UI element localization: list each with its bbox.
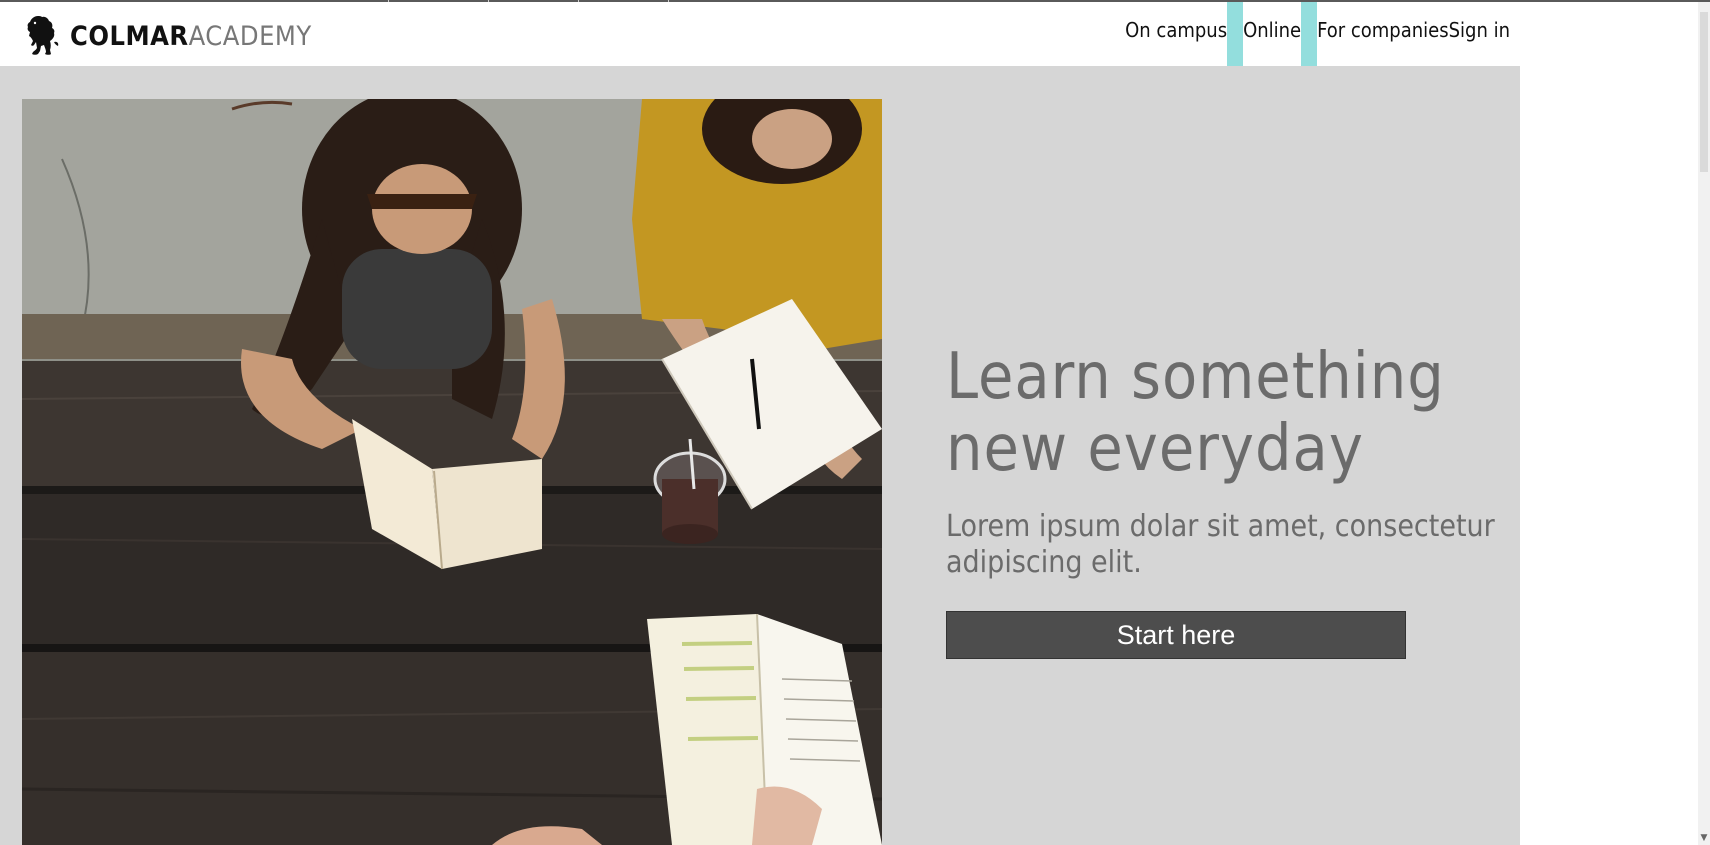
hero-headline-line-2: new everyday: [946, 412, 1364, 486]
hero-photo: [22, 99, 882, 845]
nav-item-sign-in[interactable]: Sign in: [1449, 2, 1520, 66]
hero-text-block: Learn something new everyday Lorem ipsum…: [946, 341, 1520, 659]
hero-headline-line-1: Learn something: [946, 340, 1445, 414]
nav-item-online[interactable]: Online: [1243, 2, 1301, 66]
lion-icon: [27, 16, 59, 55]
site-header: COLMARACADEMY On campus Online For compa…: [0, 2, 1520, 66]
nav-item-on-campus[interactable]: On campus: [1125, 2, 1227, 66]
hero-headline: Learn something new everyday: [946, 341, 1520, 485]
scrollbar-thumb[interactable]: [1700, 12, 1708, 172]
site-logo[interactable]: COLMARACADEMY: [24, 12, 312, 58]
nav-item-for-companies[interactable]: For companies: [1317, 2, 1448, 66]
logo-text-light: ACADEMY: [188, 21, 312, 52]
main-nav: On campus Online For companies Sign in: [1125, 2, 1520, 66]
chevron-down-icon[interactable]: ▼: [1699, 833, 1709, 843]
logo-text-strong: COLMAR: [70, 21, 189, 52]
logo-wordmark: COLMARACADEMY: [70, 10, 312, 60]
start-here-button[interactable]: Start here: [946, 611, 1406, 659]
nav-separator: [1227, 2, 1244, 66]
hero-section: Learn something new everyday Lorem ipsum…: [0, 66, 1520, 845]
hero-subtext: Lorem ipsum dolar sit amet, consectetur …: [946, 509, 1495, 580]
nav-separator: [1301, 2, 1318, 66]
vertical-scrollbar[interactable]: ▼: [1698, 2, 1710, 845]
